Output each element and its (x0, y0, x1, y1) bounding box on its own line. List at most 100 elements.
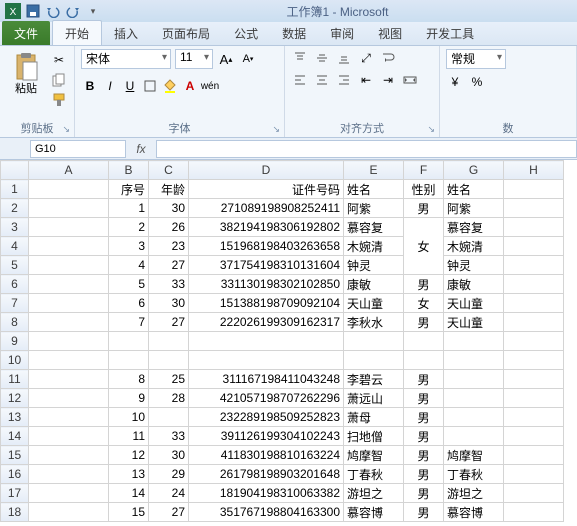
decrease-font-icon[interactable]: A▾ (239, 50, 257, 68)
cell[interactable]: 27 (149, 256, 189, 275)
number-format-combo[interactable]: 常规 (446, 49, 506, 69)
cell[interactable]: 钟灵 (444, 256, 504, 275)
cell[interactable]: 4 (109, 256, 149, 275)
cell[interactable]: 男 (404, 313, 444, 332)
cell[interactable]: 151968198403263658 (189, 237, 344, 256)
cell[interactable] (29, 313, 109, 332)
cell[interactable]: 木婉清 (444, 237, 504, 256)
row-header[interactable]: 5 (1, 256, 29, 275)
cell[interactable]: 10 (109, 408, 149, 427)
tab-review[interactable]: 审阅 (318, 21, 366, 45)
formula-bar[interactable] (156, 140, 577, 158)
row-header[interactable]: 14 (1, 427, 29, 446)
cell[interactable]: 扫地僧 (344, 427, 404, 446)
cell[interactable]: 钟灵 (344, 256, 404, 275)
cell[interactable] (189, 351, 344, 370)
cell[interactable] (504, 199, 564, 218)
cell[interactable] (29, 199, 109, 218)
fx-icon[interactable]: fx (132, 142, 150, 156)
cell[interactable] (29, 275, 109, 294)
italic-button[interactable]: I (101, 77, 119, 95)
cell[interactable]: 33 (149, 275, 189, 294)
cell[interactable] (504, 332, 564, 351)
cell[interactable]: 15 (109, 503, 149, 522)
cell[interactable] (504, 427, 564, 446)
cell[interactable]: 男 (404, 427, 444, 446)
cell[interactable]: 29 (149, 465, 189, 484)
tab-formulas[interactable]: 公式 (222, 21, 270, 45)
cell[interactable]: 232289198509252823 (189, 408, 344, 427)
cell[interactable]: 丁春秋 (444, 465, 504, 484)
cell[interactable] (504, 294, 564, 313)
tab-insert[interactable]: 插入 (102, 21, 150, 45)
row-header[interactable]: 18 (1, 503, 29, 522)
cell[interactable]: 222026199309162317 (189, 313, 344, 332)
increase-font-icon[interactable]: A▴ (217, 50, 235, 68)
cell[interactable] (29, 503, 109, 522)
cell[interactable]: 游坦之 (444, 484, 504, 503)
cell[interactable]: 姓名 (344, 180, 404, 199)
cell[interactable]: 阿紫 (344, 199, 404, 218)
cell[interactable] (29, 484, 109, 503)
col-header[interactable]: F (404, 161, 444, 180)
fill-color-button[interactable] (161, 77, 179, 95)
cell[interactable] (29, 465, 109, 484)
redo-icon[interactable] (64, 2, 82, 20)
paste-button[interactable]: 粘贴 (6, 49, 46, 95)
undo-icon[interactable] (44, 2, 62, 20)
tab-developer[interactable]: 开发工具 (414, 21, 486, 45)
cut-icon[interactable]: ✂ (50, 51, 68, 69)
cell[interactable]: 25 (149, 370, 189, 389)
cell[interactable]: 木婉清 (344, 237, 404, 256)
align-right-icon[interactable] (335, 71, 353, 89)
cell[interactable]: 康敏 (444, 275, 504, 294)
font-name-combo[interactable]: 宋体 (81, 49, 171, 69)
cell[interactable] (29, 389, 109, 408)
save-icon[interactable] (24, 2, 42, 20)
align-launcher-icon[interactable]: ↘ (427, 124, 435, 135)
row-header[interactable]: 6 (1, 275, 29, 294)
cell[interactable]: 萧母 (344, 408, 404, 427)
cell[interactable]: 男 (404, 446, 444, 465)
cell[interactable] (404, 351, 444, 370)
orientation-icon[interactable]: ⤢ (357, 49, 375, 67)
cell[interactable]: 康敏 (344, 275, 404, 294)
cell[interactable]: 311167198411043248 (189, 370, 344, 389)
align-center-icon[interactable] (313, 71, 331, 89)
cell[interactable]: 序号 (109, 180, 149, 199)
cell[interactable] (444, 408, 504, 427)
cell[interactable]: 8 (109, 370, 149, 389)
cell[interactable] (189, 332, 344, 351)
cell[interactable]: 13 (109, 465, 149, 484)
cell[interactable]: 371754198310131604 (189, 256, 344, 275)
row-header[interactable]: 12 (1, 389, 29, 408)
cell[interactable]: 27 (149, 503, 189, 522)
tab-file[interactable]: 文件 (2, 21, 50, 45)
cell[interactable]: 鸠摩智 (444, 446, 504, 465)
align-left-icon[interactable] (291, 71, 309, 89)
cell[interactable] (504, 256, 564, 275)
col-header[interactable]: B (109, 161, 149, 180)
cell[interactable] (504, 389, 564, 408)
row-header[interactable]: 17 (1, 484, 29, 503)
col-header[interactable]: C (149, 161, 189, 180)
clipboard-launcher-icon[interactable]: ↘ (62, 124, 70, 135)
cell[interactable]: 男 (404, 465, 444, 484)
cell[interactable]: 萧远山 (344, 389, 404, 408)
cell[interactable]: 411830198810163224 (189, 446, 344, 465)
row-header[interactable]: 2 (1, 199, 29, 218)
cell[interactable] (29, 351, 109, 370)
row-header[interactable]: 15 (1, 446, 29, 465)
cell[interactable] (504, 313, 564, 332)
cell[interactable]: 5 (109, 275, 149, 294)
cell[interactable]: 慕容复 (344, 218, 404, 237)
cell[interactable]: 1 (109, 199, 149, 218)
col-header[interactable]: E (344, 161, 404, 180)
cell[interactable]: 9 (109, 389, 149, 408)
cell[interactable] (504, 275, 564, 294)
cell[interactable]: 证件号码 (189, 180, 344, 199)
cell[interactable]: 男 (404, 503, 444, 522)
cell[interactable] (29, 446, 109, 465)
cell[interactable]: 姓名 (444, 180, 504, 199)
row-header[interactable]: 3 (1, 218, 29, 237)
